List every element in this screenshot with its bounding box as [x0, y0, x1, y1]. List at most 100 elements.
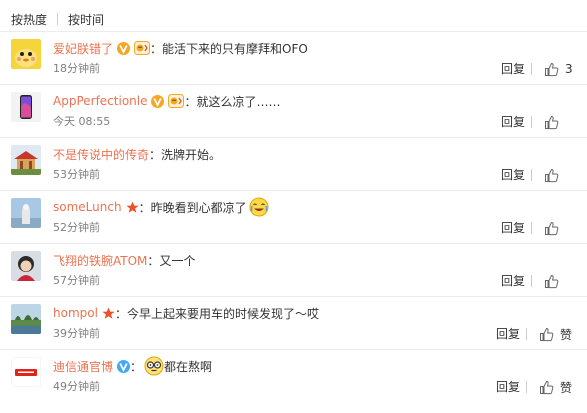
- comment-text: 昨晚看到心都凉了: [150, 200, 247, 215]
- colon: ：: [138, 200, 151, 215]
- divider: [0, 296, 587, 297]
- like-count: 3: [565, 62, 573, 76]
- member-emoji-badge-icon[interactable]: [168, 94, 185, 108]
- username-link[interactable]: someLunch: [53, 200, 122, 214]
- divider: [0, 137, 587, 138]
- comment-text: 就这么凉了……: [196, 94, 281, 109]
- thumbs-up-icon: [545, 168, 559, 182]
- timestamp: 53分钟前: [53, 168, 100, 181]
- comment-text: 都在熬啊: [164, 359, 213, 374]
- star-icon[interactable]: [102, 307, 115, 320]
- like-label: 赞: [560, 380, 573, 395]
- sort-divider: [57, 13, 59, 25]
- member-emoji-badge-icon[interactable]: [134, 41, 151, 55]
- comment-item: 爱妃朕错了 ： 能活下来的只有摩拜和OFO 18分钟前 回复 3: [0, 31, 587, 85]
- username-link[interactable]: 迪信通官博: [53, 358, 113, 375]
- sort-bar: 按热度 按时间: [11, 9, 104, 29]
- divider: [0, 190, 587, 191]
- thumbs-up-icon: [545, 62, 559, 76]
- username-link[interactable]: hompol: [53, 306, 98, 320]
- vip-v-icon[interactable]: [151, 94, 165, 108]
- colon: ：: [147, 253, 160, 268]
- comment-line: 飞翔的铁腕ATOM ： 又一个: [53, 251, 195, 269]
- divider: [0, 349, 587, 350]
- comment-item: AppPerfectionle ： 就这么凉了…… 今天 08:55 回复: [0, 84, 587, 138]
- star-icon[interactable]: [125, 201, 139, 214]
- comment-item: hompol ： 今早上起来要用车的时候发现了～哎 39分钟前 回复 赞: [0, 296, 587, 350]
- comment-line: AppPerfectionle ： 就这么凉了……: [53, 92, 281, 110]
- comment-item: someLunch ： 昨晚看到心都凉了 52分钟前 回复: [0, 190, 587, 244]
- comment-text: 洗牌开始。: [161, 147, 222, 162]
- timestamp: 18分钟前: [53, 62, 100, 75]
- like-button[interactable]: [544, 113, 565, 131]
- colon: ：: [149, 147, 162, 162]
- comment-item: 飞翔的铁腕ATOM ： 又一个 57分钟前 回复: [0, 243, 587, 297]
- timestamp: 39分钟前: [53, 327, 100, 340]
- comment-text: 今早上起来要用车的时候发现了～哎: [126, 306, 319, 321]
- reply-button[interactable]: 回复: [501, 220, 525, 236]
- thumbs-up-icon: [545, 274, 559, 288]
- colon: ：: [130, 359, 143, 374]
- action-divider: [531, 116, 532, 128]
- timestamp: 57分钟前: [53, 274, 100, 287]
- comment-line: someLunch ： 昨晚看到心都凉了: [53, 197, 269, 217]
- vip-v-icon[interactable]: [117, 41, 131, 55]
- like-button[interactable]: [544, 219, 565, 237]
- like-label: 赞: [560, 327, 573, 342]
- like-button[interactable]: 赞: [539, 325, 572, 343]
- username-link[interactable]: 飞翔的铁腕ATOM: [53, 252, 147, 269]
- reply-button[interactable]: 回复: [501, 114, 525, 130]
- action-divider: [531, 63, 532, 75]
- avatar[interactable]: [11, 357, 41, 387]
- avatar[interactable]: [11, 39, 41, 69]
- timestamp: 49分钟前: [53, 380, 100, 393]
- divider: [0, 31, 587, 32]
- colon: ：: [184, 94, 197, 109]
- comment-line: 爱妃朕错了 ： 能活下来的只有摩拜和OFO: [53, 39, 308, 57]
- colon: ：: [150, 41, 163, 56]
- comment-item: 迪信通官博 ： 都在熬啊 49分钟前 回复 赞: [0, 349, 587, 403]
- action-divider: [531, 222, 532, 234]
- comment-text: 能活下来的只有摩拜和OFO: [162, 41, 308, 56]
- action-divider: [531, 275, 532, 287]
- divider: [0, 243, 587, 244]
- comment-item: 不是传说中的传奇 ： 洗牌开始。 53分钟前 回复: [0, 137, 587, 191]
- username-link[interactable]: 爱妃朕错了: [53, 40, 113, 57]
- username-link[interactable]: AppPerfectionle: [53, 94, 147, 108]
- like-button[interactable]: [544, 272, 565, 290]
- like-button[interactable]: [544, 166, 565, 184]
- thumbs-up-icon: [545, 115, 559, 129]
- thumbs-up-icon: [540, 380, 554, 394]
- reply-button[interactable]: 回复: [501, 61, 525, 77]
- action-divider: [526, 328, 527, 340]
- comment-line: 迪信通官博 ： 都在熬啊: [53, 356, 213, 376]
- avatar[interactable]: [11, 92, 41, 122]
- comment-line: hompol ： 今早上起来要用车的时候发现了～哎: [53, 304, 319, 322]
- thumbs-up-icon: [545, 221, 559, 235]
- avatar[interactable]: [11, 145, 41, 175]
- avatar[interactable]: [11, 304, 41, 334]
- sort-by-hot-tab[interactable]: 按热度: [11, 11, 47, 28]
- verified-v-icon[interactable]: [117, 359, 131, 373]
- action-divider: [531, 169, 532, 181]
- avatar[interactable]: [11, 198, 41, 228]
- divider: [0, 84, 587, 85]
- comment-panel: 按热度 按时间 爱妃朕错了 ： 能活下来的只有摩拜和OFO 18分钟前 回复 3…: [0, 0, 587, 413]
- reply-button[interactable]: 回复: [501, 273, 525, 289]
- reply-button[interactable]: 回复: [496, 379, 520, 395]
- reply-button[interactable]: 回复: [501, 167, 525, 183]
- timestamp: 52分钟前: [53, 221, 100, 234]
- sort-by-time-tab[interactable]: 按时间: [68, 11, 104, 28]
- crying-laugh-emoji-icon: [249, 197, 269, 217]
- comment-text: 又一个: [159, 253, 196, 268]
- glasses-emoji-icon: [144, 356, 164, 376]
- thumbs-up-icon: [540, 327, 554, 341]
- avatar[interactable]: [11, 251, 41, 281]
- username-link[interactable]: 不是传说中的传奇: [53, 146, 149, 163]
- like-button[interactable]: 3: [544, 60, 573, 78]
- action-divider: [526, 381, 527, 393]
- comment-line: 不是传说中的传奇 ： 洗牌开始。: [53, 145, 221, 163]
- reply-button[interactable]: 回复: [496, 326, 520, 342]
- timestamp: 今天 08:55: [53, 115, 111, 128]
- like-button[interactable]: 赞: [539, 378, 572, 396]
